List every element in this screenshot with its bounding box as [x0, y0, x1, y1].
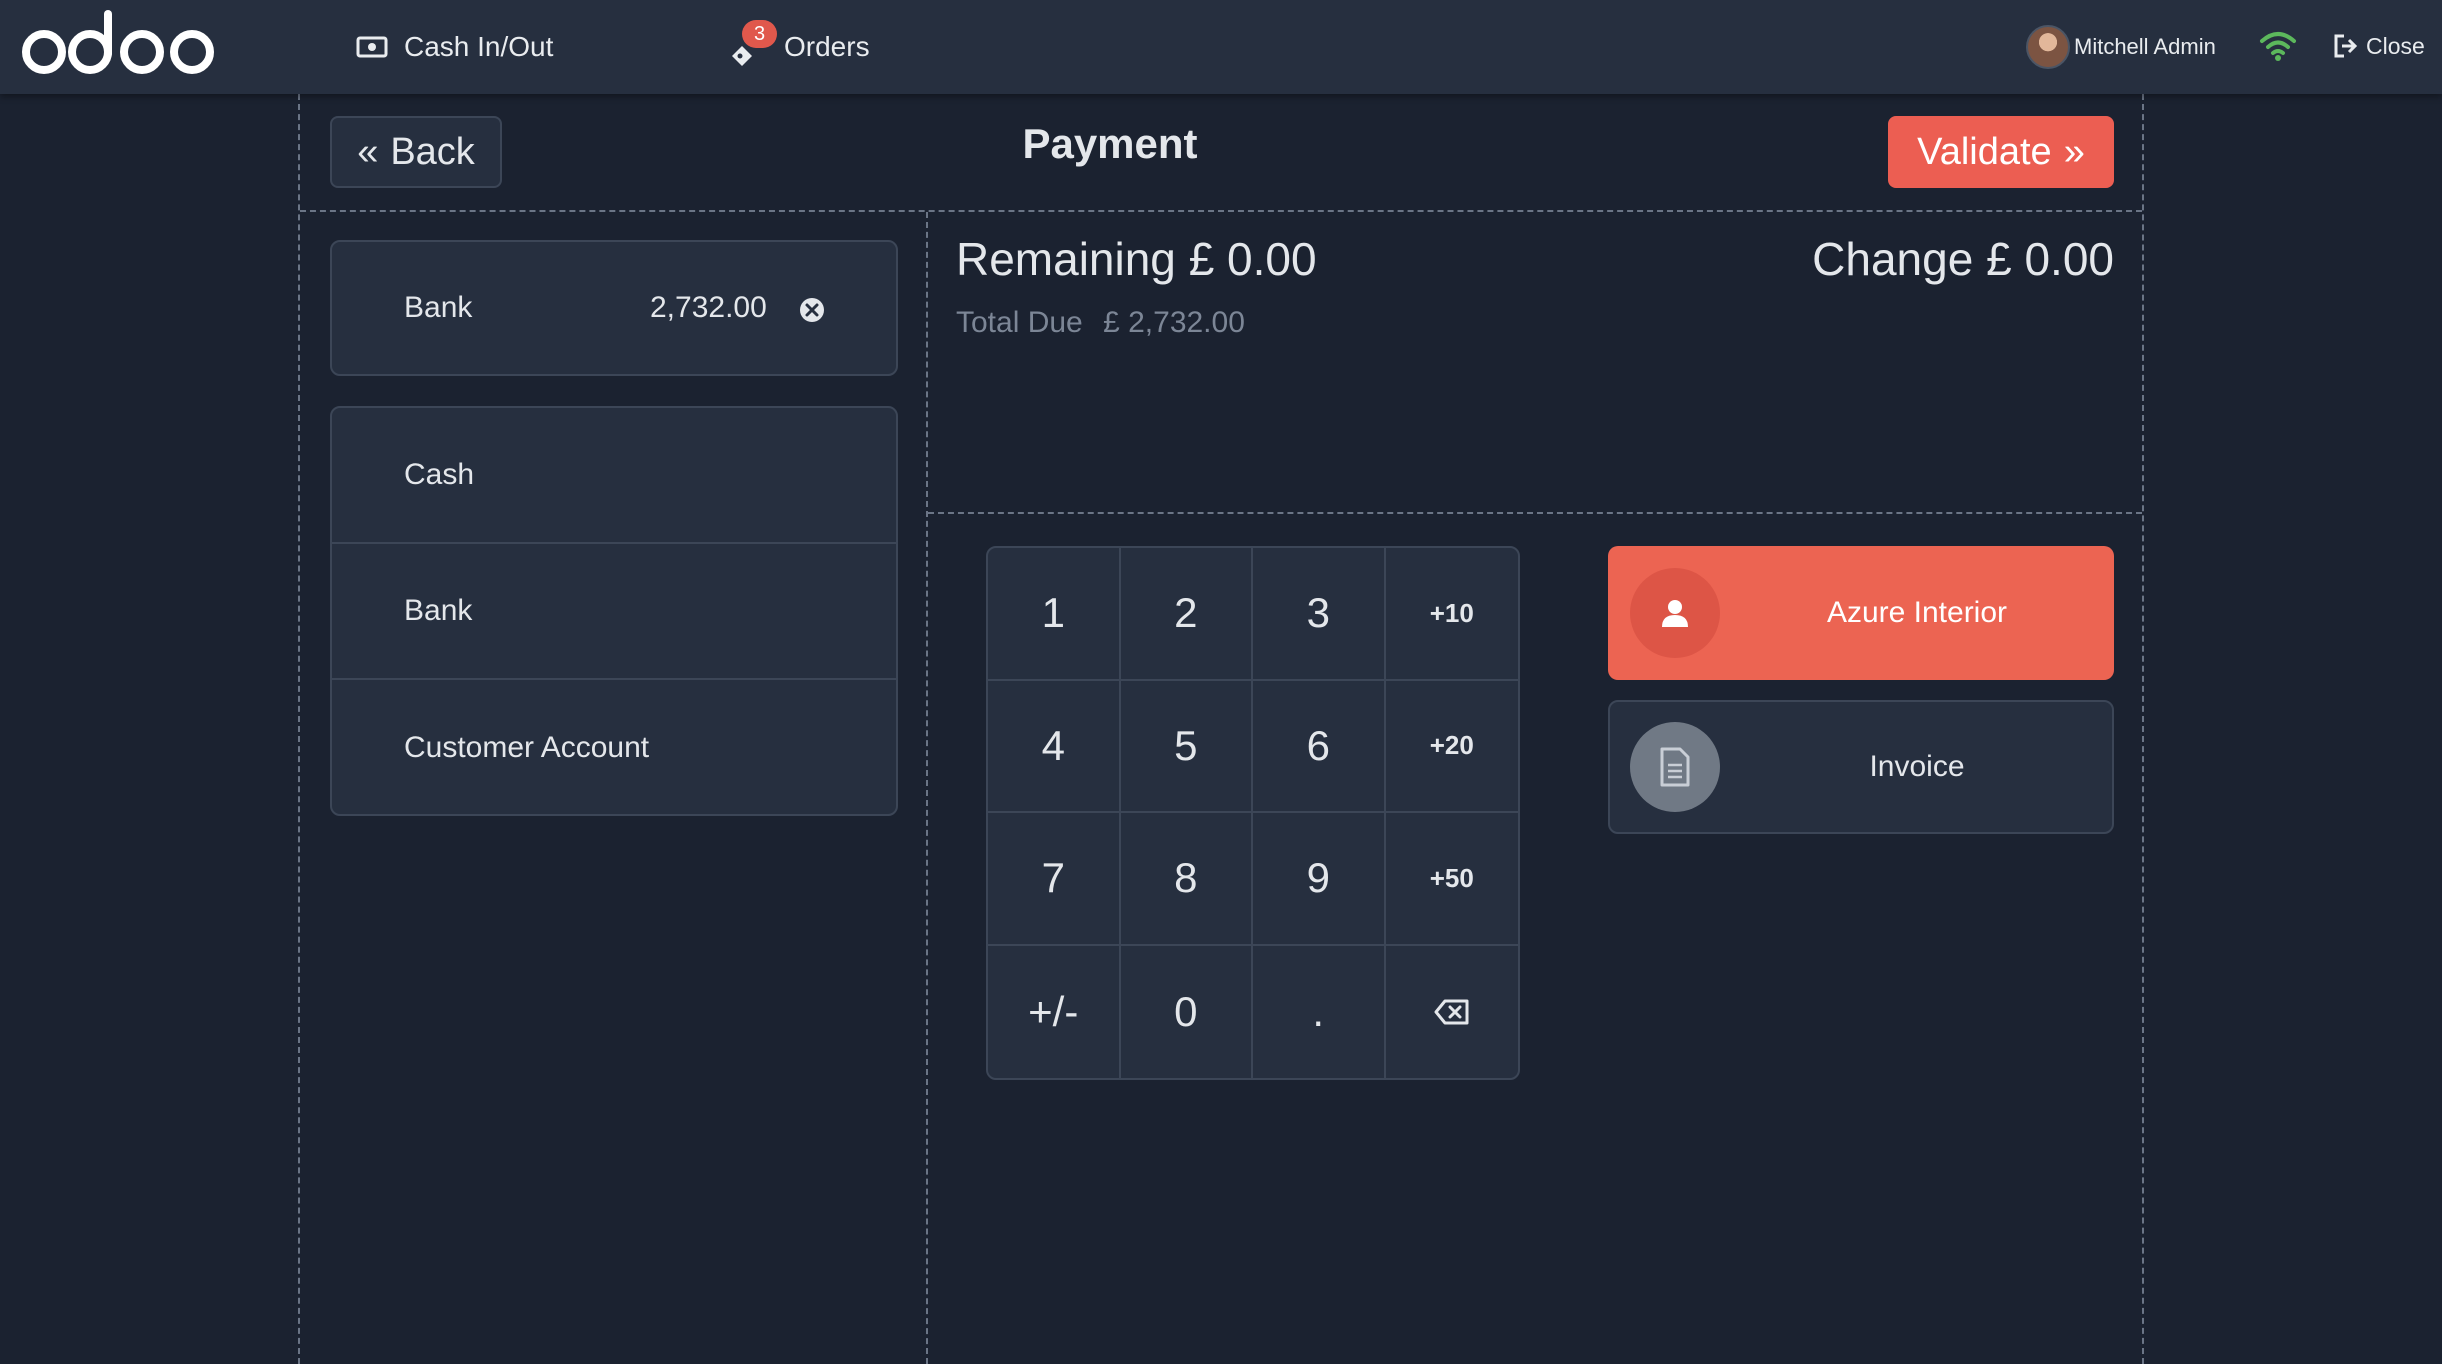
paymentline-method: Bank — [404, 291, 473, 324]
payment-method-label: Cash — [404, 458, 475, 491]
invoice-button[interactable]: Invoice — [1608, 700, 2114, 834]
numpad-key-8[interactable]: 8 — [1120, 813, 1253, 946]
orders-label: Orders — [784, 31, 870, 62]
numpad-key-6[interactable]: 6 — [1253, 680, 1386, 813]
back-button[interactable]: « Back — [330, 116, 502, 188]
payment-method-customer-account[interactable]: Customer Account — [332, 680, 896, 814]
numpad-key-0[interactable]: 0 — [1121, 945, 1253, 1078]
double-chevron-left-icon: « — [357, 130, 379, 173]
numpad: 1 2 3 +10 4 5 6 +20 7 8 9 +50 +/- 0 . — [986, 546, 1520, 1080]
backspace-icon — [1434, 999, 1469, 1025]
page-title: Payment — [1022, 120, 1198, 167]
payment-summary: Remaining £ 0.00 Change £ 0.00 Total Due… — [928, 212, 2142, 514]
numpad-key-5[interactable]: 5 — [1120, 680, 1253, 813]
orders-icon-wrap: 3 — [728, 20, 784, 74]
customer-button[interactable]: Azure Interior — [1608, 546, 2114, 680]
delete-paymentline-icon[interactable] — [798, 296, 826, 324]
remaining-value: £ 0.00 — [1188, 233, 1317, 285]
paymentline-amount: 2,732.00 — [650, 291, 767, 324]
total-due: Total Due £ 2,732.00 — [956, 306, 1245, 340]
numpad-key-3[interactable]: 3 — [1253, 548, 1386, 681]
close-button[interactable]: Close — [2332, 26, 2425, 66]
validate-button[interactable]: Validate » — [1888, 116, 2114, 188]
odoo-logo — [22, 10, 214, 74]
numpad-key-decimal[interactable]: . — [1253, 945, 1386, 1078]
payment-header: « Back Payment Validate » — [300, 94, 2142, 212]
payment-method-label: Bank — [404, 594, 473, 627]
back-label: Back — [390, 130, 475, 173]
orders-count-badge: 3 — [742, 20, 778, 48]
top-bar: Cash In/Out 3 Orders Mitchell Admin Clos… — [0, 0, 2442, 94]
change-value: £ 0.00 — [1986, 233, 2114, 285]
numpad-key-1[interactable]: 1 — [988, 548, 1121, 681]
numpad-key-plus50[interactable]: +50 — [1385, 813, 1518, 946]
numpad-key-plus-minus[interactable]: +/- — [988, 945, 1121, 1078]
paymentline[interactable]: Bank 2,732.00 — [330, 240, 898, 376]
numpad-key-plus10[interactable]: +10 — [1385, 548, 1518, 681]
user-name: Mitchell Admin — [2074, 34, 2216, 59]
wifi-icon — [2260, 32, 2296, 61]
change-label: Change — [1812, 233, 1974, 285]
numpad-key-7[interactable]: 7 — [988, 813, 1121, 946]
cash-in-out-label: Cash In/Out — [404, 31, 554, 62]
numpad-key-9[interactable]: 9 — [1253, 813, 1386, 946]
total-due-value: £ 2,732.00 — [1103, 306, 1245, 339]
double-chevron-right-icon: » — [2063, 130, 2085, 173]
sign-out-icon — [2332, 33, 2360, 59]
payment-method-bank[interactable]: Bank — [332, 544, 896, 680]
user-menu[interactable]: Mitchell Admin — [2026, 22, 2216, 72]
user-icon — [1630, 568, 1720, 658]
numpad-key-2[interactable]: 2 — [1120, 548, 1253, 681]
numpad-key-backspace[interactable] — [1386, 946, 1519, 1079]
orders-button[interactable]: 3 Orders — [728, 20, 870, 74]
file-text-icon — [1630, 722, 1720, 812]
cash-in-out-button[interactable]: Cash In/Out — [356, 20, 553, 74]
remaining-amount: Remaining £ 0.00 — [956, 232, 1317, 286]
numpad-key-plus20[interactable]: +20 — [1385, 681, 1518, 813]
validate-label: Validate — [1917, 130, 2052, 173]
money-bill-icon — [356, 35, 388, 59]
payment-method-list: Cash Bank Customer Account — [330, 406, 898, 816]
remaining-label: Remaining — [956, 233, 1176, 285]
customer-name: Azure Interior — [1826, 596, 2008, 629]
payment-method-cash[interactable]: Cash — [332, 408, 896, 544]
invoice-label: Invoice — [1869, 750, 1965, 783]
payment-method-label: Customer Account — [404, 731, 650, 764]
total-due-label: Total Due — [956, 306, 1083, 339]
avatar — [2026, 25, 2070, 69]
payment-methods-column: Bank 2,732.00 Cash Bank Customer Account — [300, 212, 928, 1364]
close-label: Close — [2366, 32, 2425, 59]
change-amount: Change £ 0.00 — [1812, 232, 2114, 286]
numpad-key-4[interactable]: 4 — [988, 680, 1121, 813]
